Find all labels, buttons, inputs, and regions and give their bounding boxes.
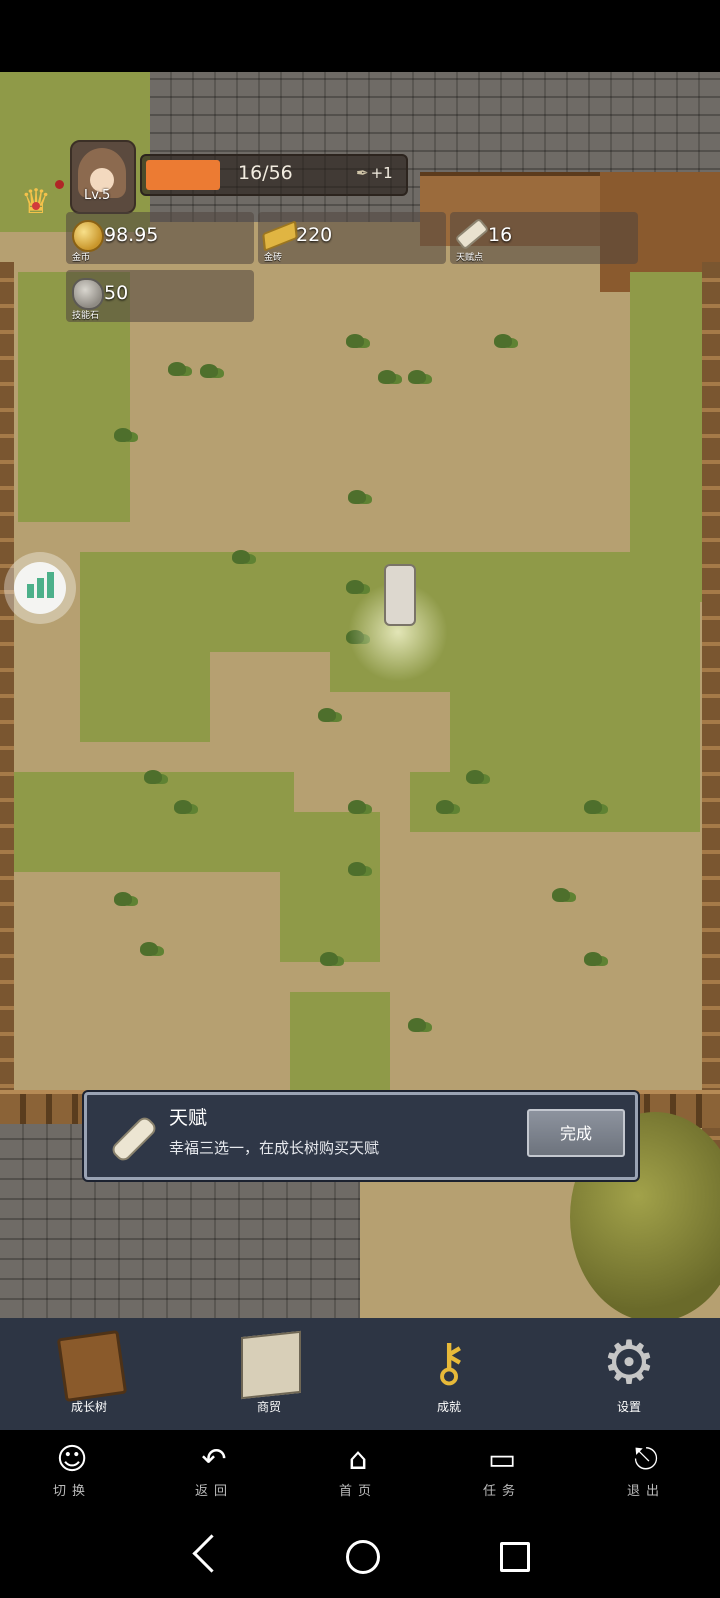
- crop-sprout: [584, 952, 602, 966]
- quest-description: 幸福三选一，在成长树购买天赋: [169, 1139, 380, 1157]
- fence: [0, 262, 14, 1162]
- home-circle-icon: [346, 1540, 380, 1574]
- nav-switch[interactable]: ☺ 切换: [32, 1440, 112, 1510]
- status-bar: [0, 0, 720, 72]
- crop-sprout: [114, 428, 132, 442]
- grass-patch: [80, 632, 210, 742]
- app-nav-bar: ☺ 切换 ↶ 返回 ⌂ 首页 ▭ 任务 ⎋ 退出: [0, 1430, 720, 1514]
- crown-icon[interactable]: ♛: [14, 184, 58, 220]
- crop-sprout: [348, 490, 366, 504]
- nav-home[interactable]: ⌂ 首页: [318, 1440, 398, 1510]
- resource-value: 50: [104, 282, 129, 304]
- crop-sprout: [346, 334, 364, 348]
- exp-bar-fill: [146, 160, 220, 190]
- recents-square-icon: [500, 1542, 530, 1572]
- crop-sprout: [348, 800, 366, 814]
- menu-item-label: 设置: [616, 1400, 641, 1414]
- crop-sprout: [318, 708, 336, 722]
- home-button[interactable]: [340, 1534, 380, 1574]
- player-character[interactable]: [384, 564, 416, 626]
- skill-stone-icon: [72, 278, 104, 310]
- key-icon: ⚷: [429, 1333, 469, 1393]
- nav-label: 切换: [52, 1484, 91, 1499]
- crop-sprout: [168, 362, 186, 376]
- menu-item-achievements[interactable]: ⚷ 成就: [394, 1318, 504, 1430]
- grass-patch: [290, 992, 390, 1092]
- menu-item-label: 商贸: [256, 1400, 281, 1414]
- fence: [702, 262, 720, 1162]
- menu-item-label: 成就: [436, 1400, 461, 1414]
- gold-bar-icon: [262, 220, 298, 252]
- nav-label: 退出: [626, 1484, 665, 1499]
- nav-label: 任务: [482, 1484, 521, 1499]
- crop-sprout: [494, 334, 512, 348]
- crop-sprout: [436, 800, 454, 814]
- crop-sprout: [466, 770, 484, 784]
- grass-patch: [14, 772, 294, 872]
- crop-sprout: [114, 892, 132, 906]
- menu-item-settings[interactable]: ⚙ 设置: [574, 1318, 684, 1430]
- task-icon: ▭: [487, 1442, 517, 1477]
- system-nav-bar: [0, 1514, 720, 1598]
- talent-scroll-icon: [454, 217, 490, 251]
- crop-sprout: [378, 370, 396, 384]
- resource-label: 技能石: [72, 311, 100, 321]
- nav-return[interactable]: ↶ 返回: [174, 1440, 254, 1510]
- game-menu: 成长树 商贸 ⚷ 成就 ⚙ 设置: [0, 1318, 720, 1430]
- nav-exit[interactable]: ⎋ 退出: [606, 1440, 686, 1510]
- menu-item-growth-tree[interactable]: 成长树: [34, 1318, 144, 1430]
- resource-gold-coin[interactable]: 98.95 金币: [66, 212, 254, 264]
- resource-skill-stone[interactable]: 50 技能石: [66, 270, 254, 322]
- crop-sprout: [200, 364, 218, 378]
- resource-value: 98.95: [104, 224, 159, 246]
- return-icon: ↶: [201, 1442, 227, 1477]
- crop-sprout: [552, 888, 570, 902]
- stats-button[interactable]: [4, 552, 76, 624]
- quill-icon: ✒: [356, 164, 369, 182]
- exp-text: 16/56: [238, 162, 293, 184]
- back-button[interactable]: [190, 1534, 231, 1574]
- crop-sprout: [408, 370, 426, 384]
- exp-bar: 16/56 ✒ +1: [140, 154, 408, 196]
- crop-sprout: [144, 770, 162, 784]
- gold-coin-icon: [72, 220, 104, 252]
- book-icon: [56, 1329, 128, 1403]
- talent-scroll-icon: [101, 1107, 159, 1164]
- bar-chart-icon: [14, 562, 66, 614]
- home-icon: ⌂: [348, 1442, 368, 1477]
- nav-label: 返回: [194, 1484, 233, 1499]
- recents-button[interactable]: [492, 1534, 532, 1574]
- resource-talent-points[interactable]: 16 天赋点: [450, 212, 638, 264]
- crop-sprout: [140, 942, 158, 956]
- crop-sprout: [348, 862, 366, 876]
- resource-value: 220: [296, 224, 333, 246]
- exp-bonus: ✒ +1: [356, 164, 393, 182]
- player-level: Lv.5: [84, 188, 111, 203]
- crop-sprout: [408, 1018, 426, 1032]
- crop-sprout: [584, 800, 602, 814]
- resource-gold-bar[interactable]: 220 金砖: [258, 212, 446, 264]
- crop-sprout: [320, 952, 338, 966]
- gear-icon: ⚙: [602, 1328, 656, 1398]
- crop-sprout: [232, 550, 250, 564]
- back-triangle-icon: [192, 1534, 231, 1573]
- quest-panel: 天赋 幸福三选一，在成长树购买天赋 完成: [84, 1092, 638, 1180]
- resource-label: 金砖: [264, 253, 283, 263]
- menu-item-trade[interactable]: 商贸: [214, 1318, 324, 1430]
- resource-label: 天赋点: [456, 253, 484, 263]
- quest-title: 天赋: [169, 1107, 208, 1129]
- resource-label: 金币: [72, 253, 91, 263]
- nav-label: 首页: [338, 1484, 377, 1499]
- nav-tasks[interactable]: ▭ 任务: [462, 1440, 542, 1510]
- switch-icon: ☺: [56, 1442, 88, 1477]
- crop-sprout: [174, 800, 192, 814]
- resource-value: 16: [488, 224, 513, 246]
- map-icon: [241, 1330, 301, 1400]
- complete-button[interactable]: 完成: [527, 1109, 625, 1157]
- crop-sprout: [346, 580, 364, 594]
- menu-item-label: 成长树: [70, 1400, 107, 1414]
- grass-patch: [280, 812, 380, 962]
- exit-icon: ⎋: [634, 1442, 658, 1477]
